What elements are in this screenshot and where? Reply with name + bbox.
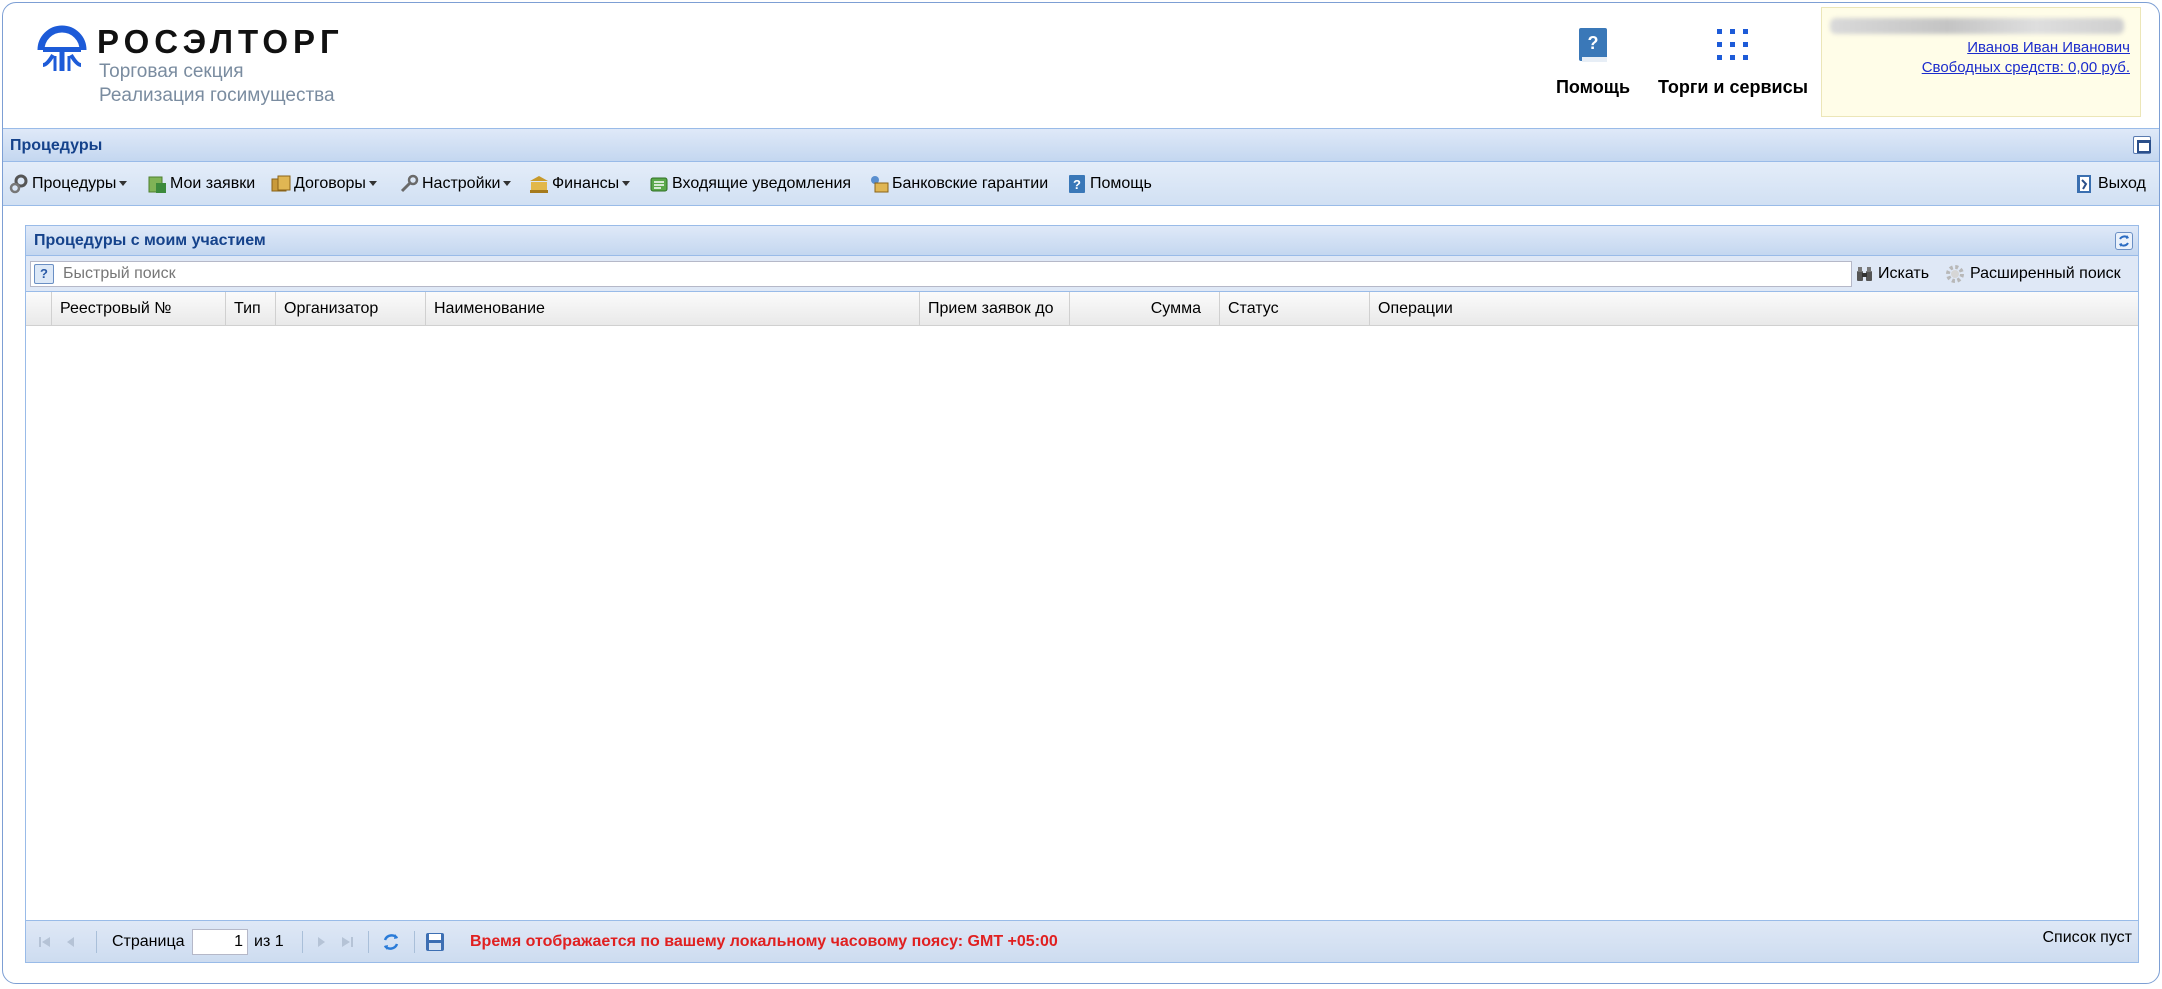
logo-subtitle: Торговая секция: [99, 61, 244, 82]
contracts-icon: [271, 175, 291, 192]
gears-icon: [9, 174, 28, 194]
panel-title: Процедуры с моим участием: [34, 232, 266, 249]
user-info-box: Иванов Иван Иванович Свободных средств: …: [1821, 7, 2141, 117]
services-top-button[interactable]: Торги и сервисы: [1653, 27, 1813, 107]
logo-subtitle-2: Реализация госимущества: [99, 85, 335, 106]
column-deadline[interactable]: Прием заявок до: [920, 292, 1070, 326]
wrench-icon: [400, 174, 419, 193]
help-top-button[interactable]: ? Помощь: [1543, 27, 1643, 107]
column-checkbox[interactable]: [26, 292, 52, 326]
svg-text:?: ?: [1073, 177, 1081, 192]
logo-wordmark: РОСЭЛТОРГ: [97, 23, 344, 60]
services-top-label: Торги и сервисы: [1657, 77, 1808, 97]
search-bar: ? Искать Расширенный поиск: [26, 256, 2138, 292]
help-top-label: Помощь: [1555, 77, 1631, 97]
help-icon: ?: [1069, 175, 1085, 193]
panel-header: Процедуры с моим участием: [26, 226, 2138, 256]
refresh-grid-icon[interactable]: [380, 931, 402, 953]
menu-finance-label: Финансы: [552, 175, 620, 192]
timezone-note: Время отображается по вашему локальному …: [470, 933, 1058, 950]
column-organizer[interactable]: Организатор: [276, 292, 426, 326]
first-page-icon[interactable]: [36, 933, 54, 951]
grid-header: Реестровый № Тип Организатор Наименовани…: [26, 292, 2138, 326]
column-registry-number[interactable]: Реестровый №: [52, 292, 226, 326]
svg-text:?: ?: [1588, 33, 1599, 53]
guarantee-icon: [871, 176, 889, 193]
notification-icon: [650, 177, 668, 192]
app-frame: РОСЭЛТОРГ Торговая секция Реализация гос…: [2, 2, 2160, 984]
my-bids-icon: [148, 176, 166, 193]
user-funds-link[interactable]: Свободных средств: 0,00 руб.: [1922, 59, 2130, 76]
blurred-organization: [1830, 18, 2124, 34]
search-button-label: Искать: [1878, 265, 1930, 282]
user-name-link[interactable]: Иванов Иван Иванович: [1967, 39, 2130, 56]
column-operations[interactable]: Операции: [1370, 292, 2138, 326]
logo[interactable]: РОСЭЛТОРГ Торговая секция Реализация гос…: [37, 23, 367, 115]
menu-help-label: Помощь: [1090, 175, 1152, 192]
menu-notifications-label: Входящие уведомления: [672, 175, 852, 192]
menu-guarantees-label: Банковские гарантии: [892, 175, 1049, 192]
prev-page-icon[interactable]: [62, 933, 80, 951]
advanced-search-label: Расширенный поиск: [1970, 265, 2121, 282]
main-menubar: Процедуры Мои заявки Договоры Настройки: [3, 162, 2159, 206]
collapse-panel-button[interactable]: [2133, 136, 2151, 154]
menu-contracts-label: Договоры: [294, 175, 366, 192]
page-titlebar: Процедуры: [3, 128, 2159, 162]
exit-door-icon: [2077, 175, 2091, 193]
roseltorg-logo-icon: [37, 25, 87, 71]
search-button[interactable]: Искать: [1856, 262, 1929, 286]
search-help-icon[interactable]: ?: [34, 264, 54, 284]
quick-search-input[interactable]: [30, 261, 1852, 287]
empty-list-message: Список пуст: [2042, 929, 2133, 946]
page-title: Процедуры: [10, 137, 103, 154]
procedures-panel: Процедуры с моим участием ?: [25, 225, 2139, 963]
page-number-input[interactable]: [192, 929, 248, 955]
refresh-icon: [2119, 235, 2129, 247]
next-page-icon[interactable]: [312, 933, 330, 951]
page-label: Страница: [112, 933, 185, 950]
apps-grid-icon: [1717, 29, 1748, 60]
page-count: из 1: [254, 933, 284, 950]
column-amount[interactable]: Сумма: [1070, 292, 1220, 326]
last-page-icon[interactable]: [338, 933, 356, 951]
help-book-icon: ?: [1579, 28, 1607, 62]
column-type[interactable]: Тип: [226, 292, 276, 326]
bank-icon: [530, 176, 548, 193]
binoculars-icon: [1857, 267, 1872, 281]
header: РОСЭЛТОРГ Торговая секция Реализация гос…: [3, 3, 2159, 123]
menu-settings-label: Настройки: [422, 175, 501, 192]
column-status[interactable]: Статус: [1220, 292, 1370, 326]
paging-toolbar: Страница из 1 Время ото: [26, 920, 2138, 962]
grid-body: [26, 326, 2138, 920]
exit-label: Выход: [2098, 175, 2146, 192]
refresh-panel-button[interactable]: [2115, 232, 2133, 250]
menu-my-bids-label: Мои заявки: [170, 175, 256, 192]
save-floppy-icon[interactable]: [424, 931, 446, 953]
advanced-search-button[interactable]: Расширенный поиск: [1944, 262, 2121, 286]
menu-procedures-label: Процедуры: [32, 175, 117, 192]
column-name[interactable]: Наименование: [426, 292, 920, 326]
gear-icon: [1946, 265, 1964, 283]
